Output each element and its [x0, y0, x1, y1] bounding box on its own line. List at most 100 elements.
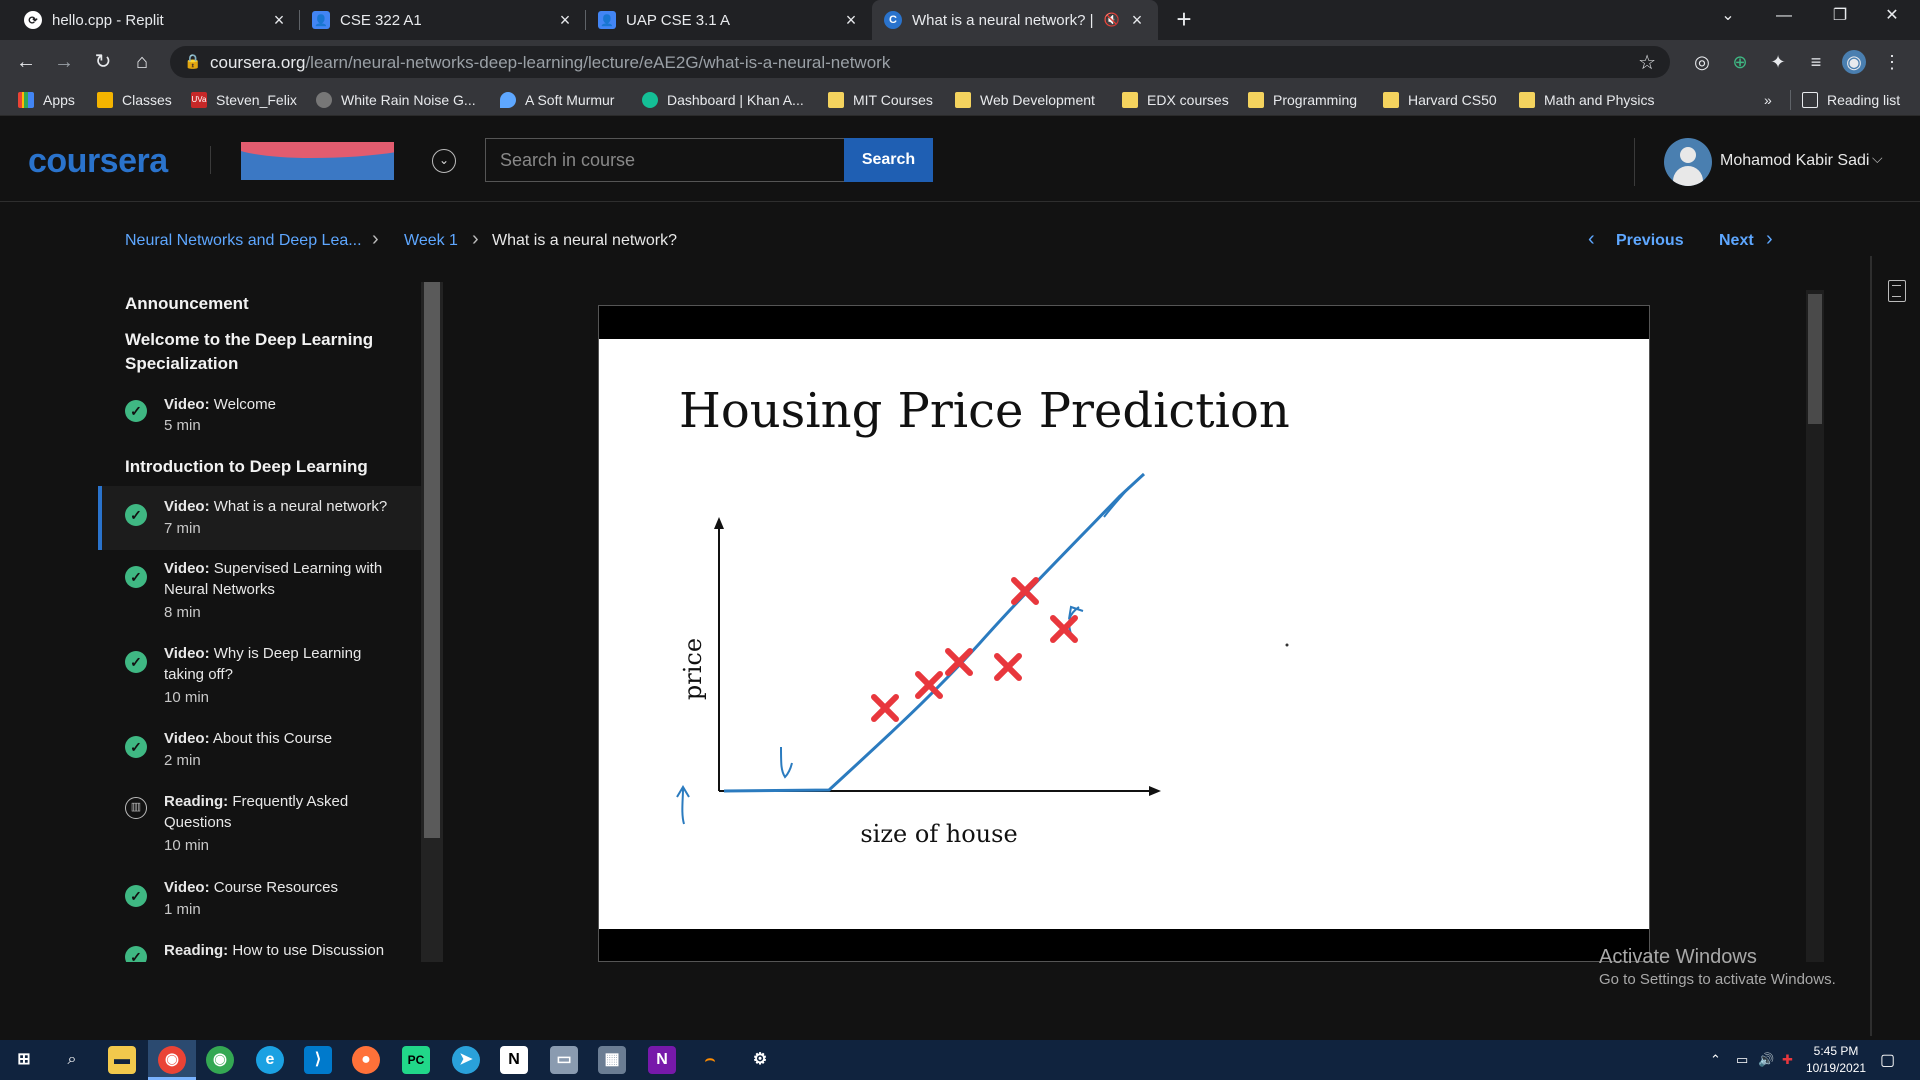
- address-bar[interactable]: 🔒 coursera.org/learn/neural-networks-dee…: [170, 46, 1670, 78]
- breadcrumb-course[interactable]: Neural Networks and Deep Lea...: [125, 232, 362, 250]
- forward-button[interactable]: →: [52, 50, 76, 74]
- notion-icon[interactable]: N: [500, 1046, 528, 1074]
- breadcrumb-week[interactable]: Week 1: [404, 232, 458, 250]
- slide-drawing: Housing Price Prediction price size of h…: [676, 383, 1290, 848]
- sidebar-item-discussion[interactable]: ✓ Reading: How to use Discussion: [98, 940, 422, 962]
- windows-start-icon[interactable]: ⊞: [10, 1046, 38, 1074]
- sidebar-item-welcome[interactable]: ✓ Video: Welcome 5 min: [98, 392, 422, 452]
- lock-icon[interactable]: 🔒: [184, 53, 201, 70]
- browser-toolbar: ← → ↻ ⌂ 🔒 coursera.org/learn/neural-netw…: [0, 40, 1920, 84]
- search-button[interactable]: Search: [844, 138, 933, 182]
- chevron-left-icon[interactable]: ‹: [1588, 228, 1595, 251]
- back-button[interactable]: ←: [14, 50, 38, 74]
- data-point-cross: [994, 653, 1022, 681]
- bookmark-programming[interactable]: Programming: [1248, 84, 1357, 116]
- home-button[interactable]: ⌂: [130, 50, 154, 74]
- extension-plus-icon[interactable]: ⊕: [1728, 50, 1752, 74]
- content-scrollbar[interactable]: [1806, 290, 1824, 962]
- calculator-icon[interactable]: ▦: [598, 1046, 626, 1074]
- content-scrollbar-thumb[interactable]: [1808, 294, 1822, 424]
- previous-button[interactable]: Previous: [1616, 232, 1684, 250]
- sidebar-scrollbar[interactable]: [421, 282, 443, 962]
- close-icon[interactable]: ×: [842, 10, 860, 31]
- close-window-button[interactable]: ✕: [1864, 0, 1920, 32]
- tab-cse322[interactable]: 👤 CSE 322 A1 ×: [300, 0, 586, 40]
- antivirus-icon[interactable]: ✚: [1782, 1052, 1793, 1068]
- bookmark-apps[interactable]: Apps: [18, 84, 75, 116]
- chevron-right-icon[interactable]: ›: [1766, 228, 1773, 251]
- telegram-icon[interactable]: ➤: [452, 1046, 480, 1074]
- bookmark-steven-felix[interactable]: UVa Steven_Felix: [191, 84, 297, 116]
- vscode-icon[interactable]: ⟩: [304, 1046, 332, 1074]
- classroom-icon: 👤: [598, 11, 616, 29]
- media-control-icon[interactable]: ≡: [1804, 50, 1828, 74]
- chevron-down-icon[interactable]: ⌄: [432, 149, 456, 173]
- file-explorer-icon[interactable]: ▬: [108, 1046, 136, 1074]
- sidebar-item-why-deep[interactable]: ✓ Video: Why is Deep Learning taking off…: [98, 643, 422, 723]
- taskbar-clock[interactable]: 5:45 PM 10/19/2021: [1806, 1043, 1866, 1077]
- sidebar-scrollbar-thumb[interactable]: [424, 282, 440, 838]
- network-icon[interactable]: ▭: [1736, 1052, 1748, 1068]
- extensions-puzzle-icon[interactable]: ✦: [1766, 50, 1790, 74]
- url-text: coursera.org/learn/neural-networks-deep-…: [210, 53, 891, 72]
- close-icon[interactable]: ×: [270, 10, 288, 31]
- bookmark-mit-courses[interactable]: MIT Courses: [828, 84, 933, 116]
- sidebar-item-what-is-nn[interactable]: ✓ Video: What is a neural network? 7 min: [98, 486, 422, 550]
- profile-icon[interactable]: ◉: [1842, 50, 1866, 74]
- bookmark-math-physics[interactable]: Math and Physics: [1519, 84, 1655, 116]
- bookmark-edx[interactable]: EDX courses: [1122, 84, 1229, 116]
- chevron-down-icon[interactable]: ⌵: [1872, 150, 1883, 167]
- settings-gear-icon[interactable]: ⚙: [746, 1046, 774, 1074]
- bookmark-classes[interactable]: Classes: [97, 84, 172, 116]
- app-icon[interactable]: ▭: [550, 1046, 578, 1074]
- bookmark-harvard[interactable]: Harvard CS50: [1383, 84, 1497, 116]
- volume-icon[interactable]: 🔊: [1758, 1052, 1774, 1068]
- data-point-cross: [915, 671, 943, 699]
- next-button[interactable]: Next: [1719, 232, 1754, 250]
- new-tab-button[interactable]: +: [1170, 6, 1198, 34]
- firefox-icon[interactable]: ●: [352, 1046, 380, 1074]
- minimize-button[interactable]: —: [1756, 0, 1812, 32]
- tab-replit[interactable]: ⟳ hello.cpp - Replit ×: [12, 0, 300, 40]
- bookmark-soft-murmur[interactable]: A Soft Murmur: [500, 84, 614, 116]
- tab-uap[interactable]: 👤 UAP CSE 3.1 A ×: [586, 0, 872, 40]
- extension-glasses-icon[interactable]: ◎: [1690, 50, 1714, 74]
- bookmarks-overflow-button[interactable]: »: [1764, 84, 1772, 116]
- speaker-muted-icon[interactable]: 🔇: [1104, 12, 1120, 28]
- onenote-icon[interactable]: N: [648, 1046, 676, 1074]
- sidebar-item-supervised[interactable]: ✓ Video: Supervised Learning with Neural…: [98, 558, 422, 638]
- menu-kebab-icon[interactable]: ⋮: [1880, 50, 1904, 74]
- sidebar-announcement[interactable]: Announcement: [125, 292, 415, 316]
- edge-icon[interactable]: e: [256, 1046, 284, 1074]
- reload-button[interactable]: ↻: [91, 50, 115, 74]
- sidebar-section-welcome[interactable]: Welcome to the Deep Learning Specializat…: [125, 328, 415, 376]
- restore-button[interactable]: ❐: [1812, 0, 1868, 32]
- jupyter-icon[interactable]: ⌢: [696, 1046, 724, 1074]
- close-icon[interactable]: ×: [1128, 10, 1146, 31]
- bookmark-white-noise[interactable]: White Rain Noise G...: [316, 84, 476, 116]
- chrome-alt-icon[interactable]: ◉: [206, 1046, 234, 1074]
- avatar[interactable]: [1664, 138, 1712, 186]
- search-input[interactable]: Search in course: [485, 138, 845, 182]
- notifications-icon[interactable]: ▢: [1880, 1050, 1895, 1070]
- video-player[interactable]: Housing Price Prediction price size of h…: [598, 305, 1650, 962]
- bookmark-web-dev[interactable]: Web Development: [955, 84, 1095, 116]
- user-name[interactable]: Mohamod Kabir Sadi: [1720, 152, 1869, 170]
- sidebar-item-faq[interactable]: ▥ Reading: Frequently Asked Questions 10…: [98, 791, 422, 871]
- coursera-logo[interactable]: coursera: [28, 142, 168, 181]
- tab-coursera[interactable]: C What is a neural network? | C 🔇 ×: [872, 0, 1158, 40]
- sidebar-item-about[interactable]: ✓ Video: About this Course 2 min: [98, 728, 422, 788]
- search-icon[interactable]: ⌕: [58, 1046, 86, 1074]
- tray-chevron-up-icon[interactable]: ⌃: [1710, 1052, 1721, 1068]
- bookmark-star-icon[interactable]: ☆: [1638, 50, 1656, 75]
- bookmark-khan[interactable]: Dashboard | Khan A...: [642, 84, 804, 116]
- partner-logo[interactable]: [241, 142, 394, 180]
- sidebar-section-intro[interactable]: Introduction to Deep Learning: [125, 455, 415, 479]
- tab-search-icon[interactable]: ⌄: [1700, 0, 1756, 32]
- pycharm-icon[interactable]: PC: [402, 1046, 430, 1074]
- reading-list-button[interactable]: Reading list: [1802, 84, 1900, 116]
- transcript-panel-icon[interactable]: [1888, 280, 1906, 302]
- sidebar-item-resources[interactable]: ✓ Video: Course Resources 1 min: [98, 877, 422, 937]
- close-icon[interactable]: ×: [556, 10, 574, 31]
- chrome-icon[interactable]: ◉: [158, 1046, 186, 1074]
